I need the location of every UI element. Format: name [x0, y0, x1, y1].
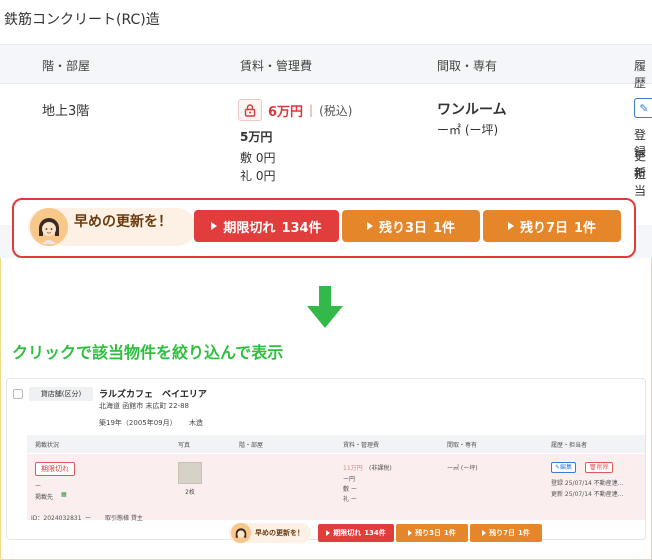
play-icon	[211, 222, 218, 230]
mini-table-header: 掲載状況 写真 階・部屋 賃料・管理費 間取・専有 履歴・担当者	[27, 435, 645, 453]
mini-7days-count: 1件	[518, 529, 530, 537]
mini-3days-count: 1件	[444, 529, 456, 537]
filter-7days-button[interactable]: 残り7日 1件	[483, 210, 621, 242]
mini-filter-7days-button[interactable]: 残り7日 1件	[470, 524, 542, 542]
mini-id-dash: ー	[85, 515, 92, 522]
rent-separator: |	[309, 103, 314, 117]
price-value: 5万円	[240, 130, 273, 144]
mini-deal-type: 取引態様 貸主	[105, 515, 143, 522]
mini-delete-button[interactable]: 🗑削除	[585, 462, 613, 473]
play-icon	[482, 530, 487, 536]
mh-history: 履歴・担当者	[551, 442, 588, 449]
col-floor: 階・部屋	[42, 59, 91, 73]
col-rent: 賃料・管理費	[240, 59, 313, 73]
mini-updated: 更新 25/07/14 不動産連…	[551, 491, 624, 498]
renewal-label: 早めの更新を！	[74, 214, 172, 230]
mh-status: 掲載状況	[35, 442, 60, 449]
rent-value: 6万円	[268, 104, 304, 120]
mh-layout: 間取・専有	[447, 442, 478, 449]
mini-7days-label: 残り7日	[489, 529, 515, 537]
instruction-caption: クリックで該当物件を絞り込んで表示	[12, 343, 284, 362]
area-value: ー㎡ (ー坪)	[437, 123, 499, 137]
rent-row: 6万円 | (税込)	[238, 99, 352, 121]
property-address: 北海道 函館市 末広町 22-88	[99, 402, 190, 410]
avatar-icon	[231, 523, 251, 543]
published-label: 掲載先	[35, 494, 54, 501]
mini-rent-tax: (非課税)	[369, 465, 392, 472]
mini-3days-label: 残り3日	[415, 529, 441, 537]
edit-icon[interactable]: ✎	[634, 98, 652, 118]
play-icon	[366, 222, 373, 230]
down-arrow-icon	[307, 286, 343, 328]
play-icon	[326, 530, 331, 536]
col-history: 履歴	[634, 59, 647, 90]
property-built: 築19年（2005年09月）	[99, 419, 177, 427]
mini-deposit: 敷 ー	[343, 486, 357, 493]
mini-id: ID：2024032831	[31, 515, 82, 522]
renewal-notice-bar: 早めの更新を！ 期限切れ 134件 残り3日 1件 残り7日 1件	[12, 198, 636, 258]
mini-expired-count: 134件	[364, 529, 386, 537]
mh-photo: 写真	[178, 442, 191, 449]
7days-count: 1件	[574, 220, 597, 236]
trash-icon: 🗑	[589, 464, 597, 471]
expired-label: 期限切れ	[223, 220, 276, 236]
structure-title: 鉄筋コンクリート(RC)造	[4, 12, 160, 28]
mini-filter-expired-button[interactable]: 期限切れ 134件	[318, 524, 394, 542]
deposit-value: 敷 0円	[240, 151, 276, 165]
mini-fee: ー円	[343, 476, 356, 483]
expired-count: 134件	[281, 220, 322, 236]
status-dash: ー	[35, 483, 42, 490]
table-row[interactable]: 期限切れ ー 掲載先 ▦ 2枚 11万円 (非課税) ー円 敷 ー 礼 ー ー㎡…	[27, 454, 645, 520]
layout-value: ワンルーム	[437, 102, 507, 118]
3days-count: 1件	[433, 220, 456, 236]
mini-registered: 登録 25/07/14 不動産連…	[551, 480, 624, 487]
filter-3days-button[interactable]: 残り3日 1件	[342, 210, 480, 242]
property-title[interactable]: ラルズカフェ ベイエリア	[99, 387, 207, 400]
row-checkbox[interactable]	[13, 389, 23, 399]
mini-rent: 11万円	[343, 465, 363, 472]
3days-label: 残り3日	[378, 220, 427, 236]
mini-edit-button[interactable]: ✎編集	[551, 462, 577, 473]
expired-badge: 期限切れ	[35, 462, 75, 476]
col-layout: 間取・専有	[437, 59, 498, 73]
history-staff: 担当	[634, 167, 647, 198]
filtered-list-preview: 貸店舗(区分) ラルズカフェ ベイエリア 北海道 函館市 末広町 22-88 築…	[6, 378, 646, 540]
photo-count: 2枚	[185, 489, 195, 496]
mini-area: ー㎡ (ー坪)	[447, 465, 478, 472]
floor-value: 地上3階	[42, 104, 90, 119]
lock-icon	[238, 99, 262, 121]
mh-rent: 賃料・管理費	[343, 442, 380, 449]
mini-renewal-notice-bar: 早めの更新を！ 期限切れ 134件 残り3日 1件 残り7日 1件	[229, 521, 549, 545]
table-header: 階・部屋 賃料・管理費 間取・専有 履歴	[0, 44, 652, 90]
property-thumbnail[interactable]	[178, 462, 202, 484]
property-construction: 木造	[189, 419, 203, 427]
key-money-value: 礼 0円	[240, 169, 276, 183]
building-icon: ▦	[61, 491, 67, 498]
play-icon	[507, 222, 514, 230]
mini-expired-label: 期限切れ	[333, 529, 362, 537]
play-icon	[408, 530, 413, 536]
mini-edit-label: 編集	[560, 464, 573, 471]
mini-key-money: 礼 ー	[343, 496, 357, 503]
mh-floor: 階・部屋	[239, 442, 264, 449]
filter-expired-button[interactable]: 期限切れ 134件	[194, 210, 339, 242]
mini-delete-label: 削除	[596, 464, 609, 471]
mini-renewal-label: 早めの更新を！	[255, 529, 304, 537]
avatar-icon	[30, 208, 68, 246]
mini-filter-3days-button[interactable]: 残り3日 1件	[396, 524, 468, 542]
7days-label: 残り7日	[519, 220, 568, 236]
property-type-tag: 貸店舗(区分)	[29, 387, 93, 401]
tax-label: (税込)	[319, 103, 353, 118]
